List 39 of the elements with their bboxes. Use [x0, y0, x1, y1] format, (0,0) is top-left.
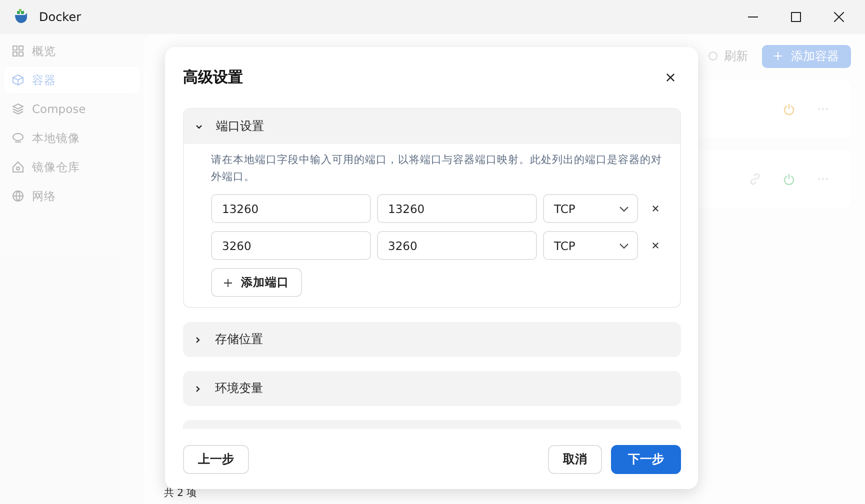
dialog-title: 高级设置 — [183, 68, 243, 87]
section-title: 环境变量 — [215, 380, 263, 397]
house-icon — [12, 161, 24, 173]
accordion-header[interactable]: 存储位置 — [183, 322, 681, 357]
chevron-icon — [194, 336, 202, 344]
window-title: Docker — [39, 10, 82, 24]
grid-icon — [12, 45, 24, 57]
plus-icon — [774, 52, 782, 60]
cube-icon — [12, 74, 24, 86]
chevron-icon — [194, 384, 202, 392]
layers-icon — [12, 103, 24, 115]
remove-icon[interactable] — [652, 242, 659, 249]
section-title: 存储位置 — [215, 331, 263, 348]
globe-icon — [12, 190, 24, 202]
disk-icon — [12, 132, 24, 144]
app-logo-icon — [13, 9, 29, 25]
accordion-header[interactable]: 端口设置 — [184, 109, 680, 144]
close-icon[interactable] — [834, 12, 844, 22]
refresh-icon — [708, 51, 718, 61]
container-port-field[interactable]: 3260 — [377, 231, 537, 260]
remove-icon[interactable] — [652, 205, 659, 212]
back-button[interactable]: 上一步 — [183, 444, 249, 474]
chevron-icon — [195, 122, 203, 130]
cancel-button[interactable]: 取消 — [548, 444, 602, 474]
accordion-header[interactable]: 环境变量 — [183, 371, 681, 406]
chevron-down-icon — [619, 242, 629, 248]
add-port-button[interactable]: 添加端口 — [211, 268, 302, 297]
protocol-dropdown[interactable]: TCP — [543, 194, 638, 223]
local-port-field[interactable]: 3260 — [211, 231, 371, 260]
close-icon[interactable] — [666, 73, 675, 82]
protocol-dropdown[interactable]: TCP — [543, 231, 638, 260]
container-port-field[interactable]: 13260 — [377, 194, 537, 223]
description-text: 请在本地端口字段中输入可用的端口，以将端口与容器端口映射。此处列出的端口是容器的对外端口。 — [211, 153, 663, 185]
maximize-icon[interactable] — [791, 12, 801, 22]
chevron-down-icon — [619, 206, 629, 212]
plus-icon — [224, 278, 232, 286]
local-port-field[interactable]: 13260 — [211, 194, 371, 223]
section-title: 端口设置 — [216, 118, 264, 135]
next-button[interactable]: 下一步 — [611, 444, 681, 474]
